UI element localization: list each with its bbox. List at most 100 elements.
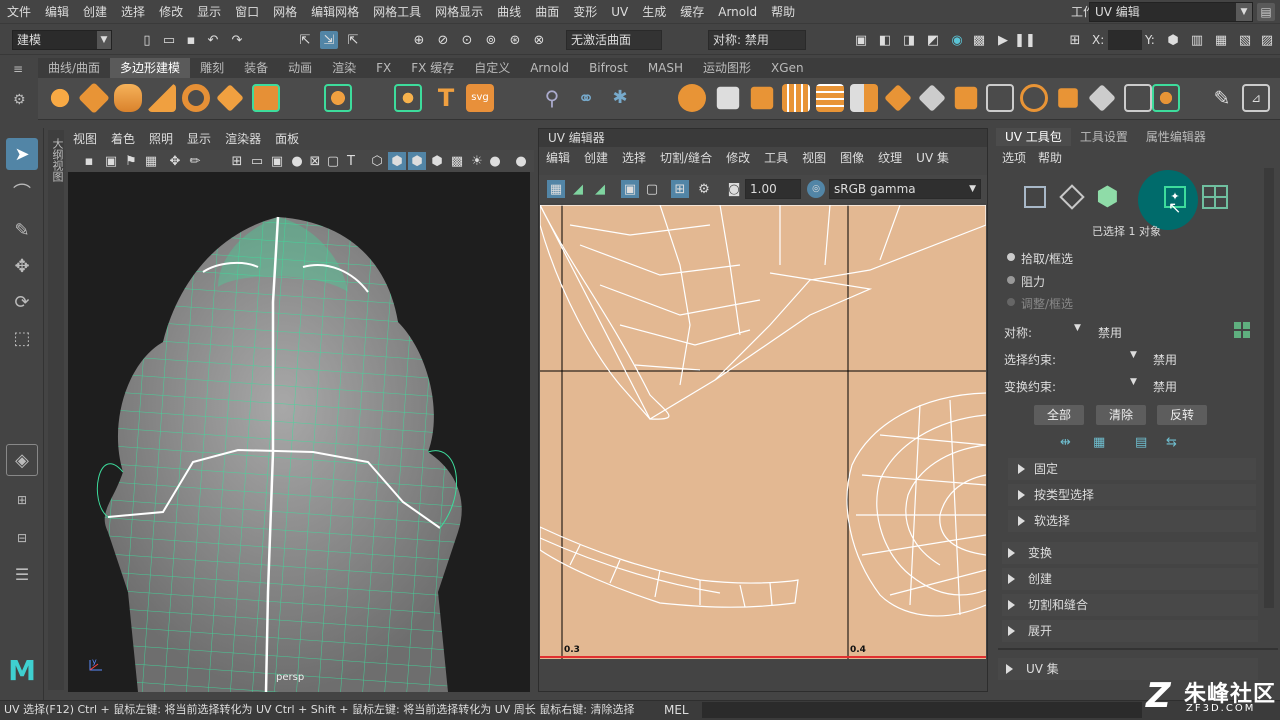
image-plane-icon[interactable]: ▦ bbox=[142, 152, 160, 170]
shelf-tab-1[interactable]: 多边形建模 bbox=[110, 58, 191, 78]
uv-texture-border-icon[interactable]: ▣ bbox=[621, 180, 639, 198]
section-select-by-type[interactable]: 按类型选择 bbox=[1008, 484, 1256, 506]
poly-torus-icon[interactable] bbox=[182, 84, 210, 112]
new-scene-icon[interactable]: ▯ bbox=[138, 31, 156, 49]
poly-plane-icon[interactable] bbox=[216, 84, 244, 112]
super-shape-icon[interactable] bbox=[394, 84, 422, 112]
select-object-icon[interactable]: ⇲ bbox=[320, 31, 338, 49]
section-cut-sew[interactable]: 切割和缝合 bbox=[1002, 594, 1258, 616]
snap-curve-icon[interactable]: ⊘ bbox=[434, 31, 452, 49]
bevel-icon[interactable] bbox=[782, 84, 810, 112]
menu-item-8[interactable]: 编辑网格 bbox=[304, 0, 366, 24]
viewport-menu-0[interactable]: 视图 bbox=[66, 128, 104, 150]
menu-item-11[interactable]: 曲线 bbox=[490, 0, 528, 24]
section-soft-select[interactable]: 软选择 bbox=[1008, 510, 1256, 532]
quadrangulate-icon[interactable] bbox=[918, 84, 946, 112]
separate-icon[interactable]: ⚭ bbox=[572, 84, 600, 112]
mode-selector[interactable]: 建模 ▼ bbox=[12, 30, 112, 50]
edge-loop-icon[interactable]: ⊿ bbox=[1242, 84, 1270, 112]
select-component-icon[interactable]: ⇱ bbox=[344, 31, 362, 49]
modeling-toolkit-icon[interactable]: ▥ bbox=[1188, 31, 1206, 49]
viewport-menu-5[interactable]: 面板 bbox=[268, 128, 306, 150]
render-settings-icon[interactable]: ◩ bbox=[924, 31, 942, 49]
radio-tweak-marquee[interactable] bbox=[1007, 298, 1015, 306]
film-gate-icon[interactable]: ▭ bbox=[248, 152, 266, 170]
menu-item-2[interactable]: 创建 bbox=[76, 0, 114, 24]
uv-canvas[interactable]: 0.3 0.4 bbox=[540, 205, 986, 659]
shelf-tab-12[interactable]: 运动图形 bbox=[693, 58, 761, 78]
uv-menu-8[interactable]: 纹理 bbox=[871, 147, 909, 169]
rotate-tool-icon[interactable]: ⟳ bbox=[6, 286, 38, 318]
menu-item-6[interactable]: 窗口 bbox=[228, 0, 266, 24]
shadows-icon[interactable]: ☀ bbox=[468, 152, 486, 170]
smooth-icon[interactable]: ✱ bbox=[606, 84, 634, 112]
poly-cone-icon[interactable] bbox=[148, 84, 176, 112]
menu-item-9[interactable]: 网格工具 bbox=[366, 0, 428, 24]
save-scene-icon[interactable]: ▪ bbox=[182, 31, 200, 49]
field-chart-icon[interactable]: ⊠ bbox=[306, 152, 324, 170]
2d-pan-icon[interactable]: ✥ bbox=[166, 152, 184, 170]
attribute-editor-icon[interactable]: ▧ bbox=[1236, 31, 1254, 49]
shelf-tab-8[interactable]: 自定义 bbox=[464, 58, 520, 78]
menu-item-13[interactable]: 变形 bbox=[566, 0, 604, 24]
shrink-selection-icon[interactable]: ▦ bbox=[1093, 435, 1105, 450]
render-frame-icon[interactable]: ◧ bbox=[876, 31, 894, 49]
render-view-icon[interactable]: ▣ bbox=[852, 31, 870, 49]
uv-snap-pixels-icon[interactable]: ⚙ bbox=[695, 180, 713, 198]
mel-command-input[interactable] bbox=[702, 702, 1142, 718]
collapse-icon[interactable] bbox=[1058, 88, 1078, 108]
extract-icon[interactable] bbox=[1088, 84, 1116, 112]
shelf-tab-13[interactable]: XGen bbox=[761, 58, 814, 78]
lasso-tool-icon[interactable]: ⌒ bbox=[6, 176, 38, 208]
menu-item-5[interactable]: 显示 bbox=[190, 0, 228, 24]
menu-item-12[interactable]: 曲面 bbox=[528, 0, 566, 24]
perspective-viewport[interactable]: y persp bbox=[68, 172, 530, 692]
uv-shell-mode-icon[interactable] bbox=[1202, 185, 1228, 209]
shelf-tab-5[interactable]: 渲染 bbox=[322, 58, 366, 78]
wireframe-icon[interactable]: ⬡ bbox=[368, 152, 386, 170]
ipr-render-icon[interactable]: ◨ bbox=[900, 31, 918, 49]
toolkit-menu-1[interactable]: 帮助 bbox=[1032, 148, 1068, 168]
shelf-tab-6[interactable]: FX bbox=[366, 58, 401, 78]
uv-exposure-icon[interactable]: ◙ bbox=[725, 180, 743, 198]
tool-settings-icon[interactable]: ▨ bbox=[1258, 31, 1276, 49]
poly-platonic-icon[interactable] bbox=[324, 84, 352, 112]
arnold-render-icon[interactable]: ▩ bbox=[970, 31, 988, 49]
playblast-icon[interactable]: ▶ bbox=[994, 31, 1012, 49]
shelf-menu-icon[interactable]: ≡ bbox=[13, 62, 23, 76]
section-transform[interactable]: 变换 bbox=[1002, 542, 1258, 564]
x-coordinate-field[interactable] bbox=[1108, 30, 1142, 50]
use-all-lights-icon[interactable]: ▩ bbox=[448, 152, 466, 170]
viewport-menu-3[interactable]: 显示 bbox=[180, 128, 218, 150]
shelf-tab-0[interactable]: 曲线/曲面 bbox=[38, 58, 110, 78]
menu-item-4[interactable]: 修改 bbox=[152, 0, 190, 24]
poly-sphere-icon[interactable] bbox=[46, 84, 74, 112]
chevron-down-icon[interactable]: ▼ bbox=[1074, 323, 1081, 333]
gate-mask-icon[interactable]: ● bbox=[288, 152, 306, 170]
menu-item-0[interactable]: 文件 bbox=[0, 0, 38, 24]
viewport-menu-1[interactable]: 着色 bbox=[104, 128, 142, 150]
toolkit-tab-2[interactable]: 属性编辑器 bbox=[1137, 128, 1215, 146]
xray-icon[interactable]: ● bbox=[512, 152, 530, 170]
section-pin[interactable]: 固定 bbox=[1008, 458, 1256, 480]
wireframe-on-shaded-icon[interactable]: ⬢ bbox=[408, 152, 426, 170]
menu-item-14[interactable]: UV bbox=[604, 0, 635, 24]
outliner-layout-icon[interactable]: ☰ bbox=[6, 558, 38, 590]
poly-disc-icon[interactable] bbox=[252, 84, 280, 112]
exposure-field[interactable]: 1.00 bbox=[745, 179, 801, 199]
symmetry-value[interactable]: 禁用 bbox=[1098, 324, 1122, 341]
grid-toggle-icon[interactable]: ⊞ bbox=[228, 152, 246, 170]
extrude-icon[interactable] bbox=[716, 86, 740, 110]
safe-action-icon[interactable]: ▢ bbox=[324, 152, 342, 170]
scale-tool-icon[interactable]: ⬚ bbox=[6, 322, 38, 354]
section-create[interactable]: 创建 bbox=[1002, 568, 1258, 590]
uv-menu-1[interactable]: 创建 bbox=[577, 147, 615, 169]
svg-tool-icon[interactable]: svg bbox=[466, 84, 494, 112]
snap-surface-icon[interactable]: ⊛ bbox=[506, 31, 524, 49]
viewport-menu-2[interactable]: 照明 bbox=[142, 128, 180, 150]
menu-item-3[interactable]: 选择 bbox=[114, 0, 152, 24]
live-surface-field[interactable]: 无激活曲面 bbox=[566, 30, 662, 50]
snap-vertex-icon[interactable]: ⊗ bbox=[530, 31, 548, 49]
clear-button[interactable]: 清除 bbox=[1096, 405, 1146, 425]
camera-attributes-icon[interactable]: ▣ bbox=[102, 152, 120, 170]
